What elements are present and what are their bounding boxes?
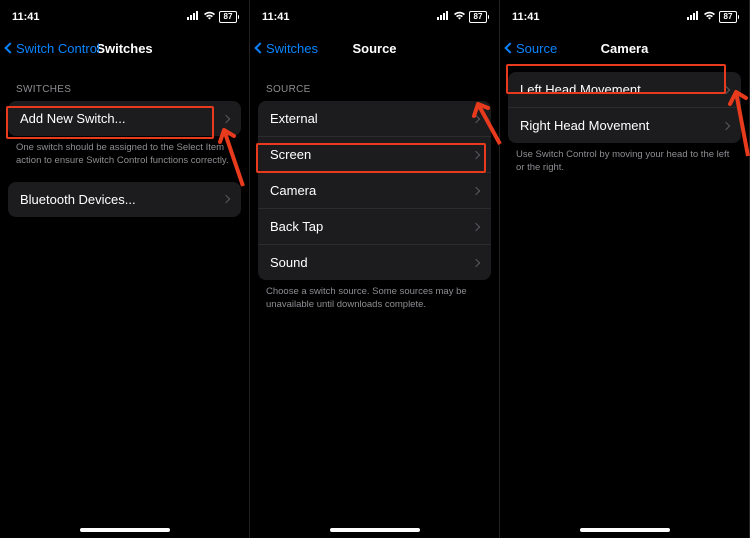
section-header: SOURCE xyxy=(250,66,499,101)
chevron-back-icon xyxy=(4,42,15,53)
row-label: Right Head Movement xyxy=(520,118,649,133)
row-label: External xyxy=(270,111,318,126)
signal-icon xyxy=(187,11,200,23)
source-sound-row[interactable]: Sound xyxy=(258,245,491,280)
chevron-right-icon xyxy=(722,121,730,129)
chevron-right-icon xyxy=(222,114,230,122)
section-header: SWITCHES xyxy=(0,66,249,101)
footer-note: Use Switch Control by moving your head t… xyxy=(500,143,749,175)
back-button[interactable]: Source xyxy=(506,41,557,56)
add-new-switch-row[interactable]: Add New Switch... xyxy=(8,101,241,136)
row-label: Back Tap xyxy=(270,219,323,234)
home-indicator xyxy=(580,528,670,532)
home-indicator xyxy=(80,528,170,532)
status-right: 87 xyxy=(687,11,737,23)
status-time: 11:41 xyxy=(262,11,290,23)
wifi-icon xyxy=(453,11,466,23)
right-head-movement-row[interactable]: Right Head Movement xyxy=(508,108,741,143)
source-external-row[interactable]: External xyxy=(258,101,491,137)
back-label: Source xyxy=(516,41,557,56)
row-label: Screen xyxy=(270,147,311,162)
screenshot-2-source: 11:41 87 Switches Source SOURCE External… xyxy=(250,0,500,538)
back-label: Switches xyxy=(266,41,318,56)
screenshot-3-camera: 11:41 87 Source Camera Left Head Movemen… xyxy=(500,0,750,538)
nav-bar: Source Camera xyxy=(500,30,749,66)
battery-icon: 87 xyxy=(469,11,487,23)
status-time: 11:41 xyxy=(12,11,40,23)
footer-note: One switch should be assigned to the Sel… xyxy=(0,136,249,168)
row-label: Sound xyxy=(270,255,308,270)
back-button[interactable]: Switch Control xyxy=(6,41,100,56)
home-indicator xyxy=(330,528,420,532)
row-label: Camera xyxy=(270,183,316,198)
wifi-icon xyxy=(703,11,716,23)
list-group: Bluetooth Devices... xyxy=(8,182,241,217)
back-label: Switch Control xyxy=(16,41,100,56)
footer-note: Choose a switch source. Some sources may… xyxy=(250,280,499,312)
left-head-movement-row[interactable]: Left Head Movement xyxy=(508,72,741,108)
row-label: Bluetooth Devices... xyxy=(20,192,136,207)
status-bar: 11:41 87 xyxy=(0,6,249,28)
status-bar: 11:41 87 xyxy=(500,6,749,28)
status-time: 11:41 xyxy=(512,11,540,23)
source-camera-row[interactable]: Camera xyxy=(258,173,491,209)
chevron-right-icon xyxy=(472,114,480,122)
wifi-icon xyxy=(203,11,216,23)
chevron-right-icon xyxy=(722,85,730,93)
nav-bar: Switch Control Switches xyxy=(0,30,249,66)
chevron-back-icon xyxy=(254,42,265,53)
status-right: 87 xyxy=(437,11,487,23)
row-label: Left Head Movement xyxy=(520,82,641,97)
source-screen-row[interactable]: Screen xyxy=(258,137,491,173)
chevron-right-icon xyxy=(472,258,480,266)
battery-icon: 87 xyxy=(219,11,237,23)
list-group: External Screen Camera Back Tap Sound xyxy=(258,101,491,280)
chevron-right-icon xyxy=(472,150,480,158)
status-right: 87 xyxy=(187,11,237,23)
battery-icon: 87 xyxy=(719,11,737,23)
nav-bar: Switches Source xyxy=(250,30,499,66)
source-backtap-row[interactable]: Back Tap xyxy=(258,209,491,245)
bluetooth-devices-row[interactable]: Bluetooth Devices... xyxy=(8,182,241,217)
row-label: Add New Switch... xyxy=(20,111,126,126)
list-group: Add New Switch... xyxy=(8,101,241,136)
back-button[interactable]: Switches xyxy=(256,41,318,56)
signal-icon xyxy=(437,11,450,23)
chevron-back-icon xyxy=(504,42,515,53)
chevron-right-icon xyxy=(472,222,480,230)
screenshot-1-switches: 11:41 87 Switch Control Switches SWITCHE… xyxy=(0,0,250,538)
status-bar: 11:41 87 xyxy=(250,6,499,28)
chevron-right-icon xyxy=(472,186,480,194)
chevron-right-icon xyxy=(222,195,230,203)
list-group: Left Head Movement Right Head Movement xyxy=(508,72,741,143)
signal-icon xyxy=(687,11,700,23)
